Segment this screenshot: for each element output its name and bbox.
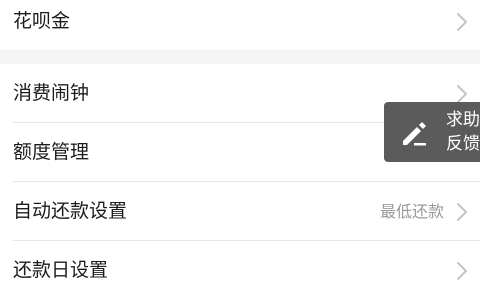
chevron-right-icon (457, 203, 467, 221)
row-label: 额度管理 (13, 141, 90, 163)
chevron-right-icon (457, 13, 467, 31)
top-settings-group: 花呗金 (0, 0, 480, 50)
help-label-line2: 反馈 (446, 134, 480, 154)
edit-icon (403, 122, 426, 146)
main-settings-group: 消费闹钟 额度管理 自动还款设置 最低还款 还款日设置 (0, 64, 480, 300)
help-feedback-label: 求助 反馈 (446, 108, 480, 156)
row-label: 自动还款设置 (13, 200, 128, 222)
row-value: 最低还款 (379, 202, 444, 221)
settings-row-repay-day[interactable]: 还款日设置 (0, 241, 480, 300)
row-label: 还款日设置 (13, 259, 109, 281)
settings-row-auto-repay[interactable]: 自动还款设置 最低还款 (0, 182, 480, 241)
settings-row-huabei-gold[interactable]: 花呗金 (0, 0, 480, 51)
help-feedback-button[interactable]: 求助 反馈 (384, 102, 480, 162)
row-label: 花呗金 (13, 10, 71, 32)
chevron-right-icon (457, 262, 467, 280)
settings-screen: 花呗金 消费闹钟 额度管理 自动还款设置 最低还款 还款日设置 求助 反馈 (0, 0, 480, 300)
help-label-line1: 求助 (446, 110, 480, 130)
row-label: 消费闹钟 (13, 82, 90, 104)
